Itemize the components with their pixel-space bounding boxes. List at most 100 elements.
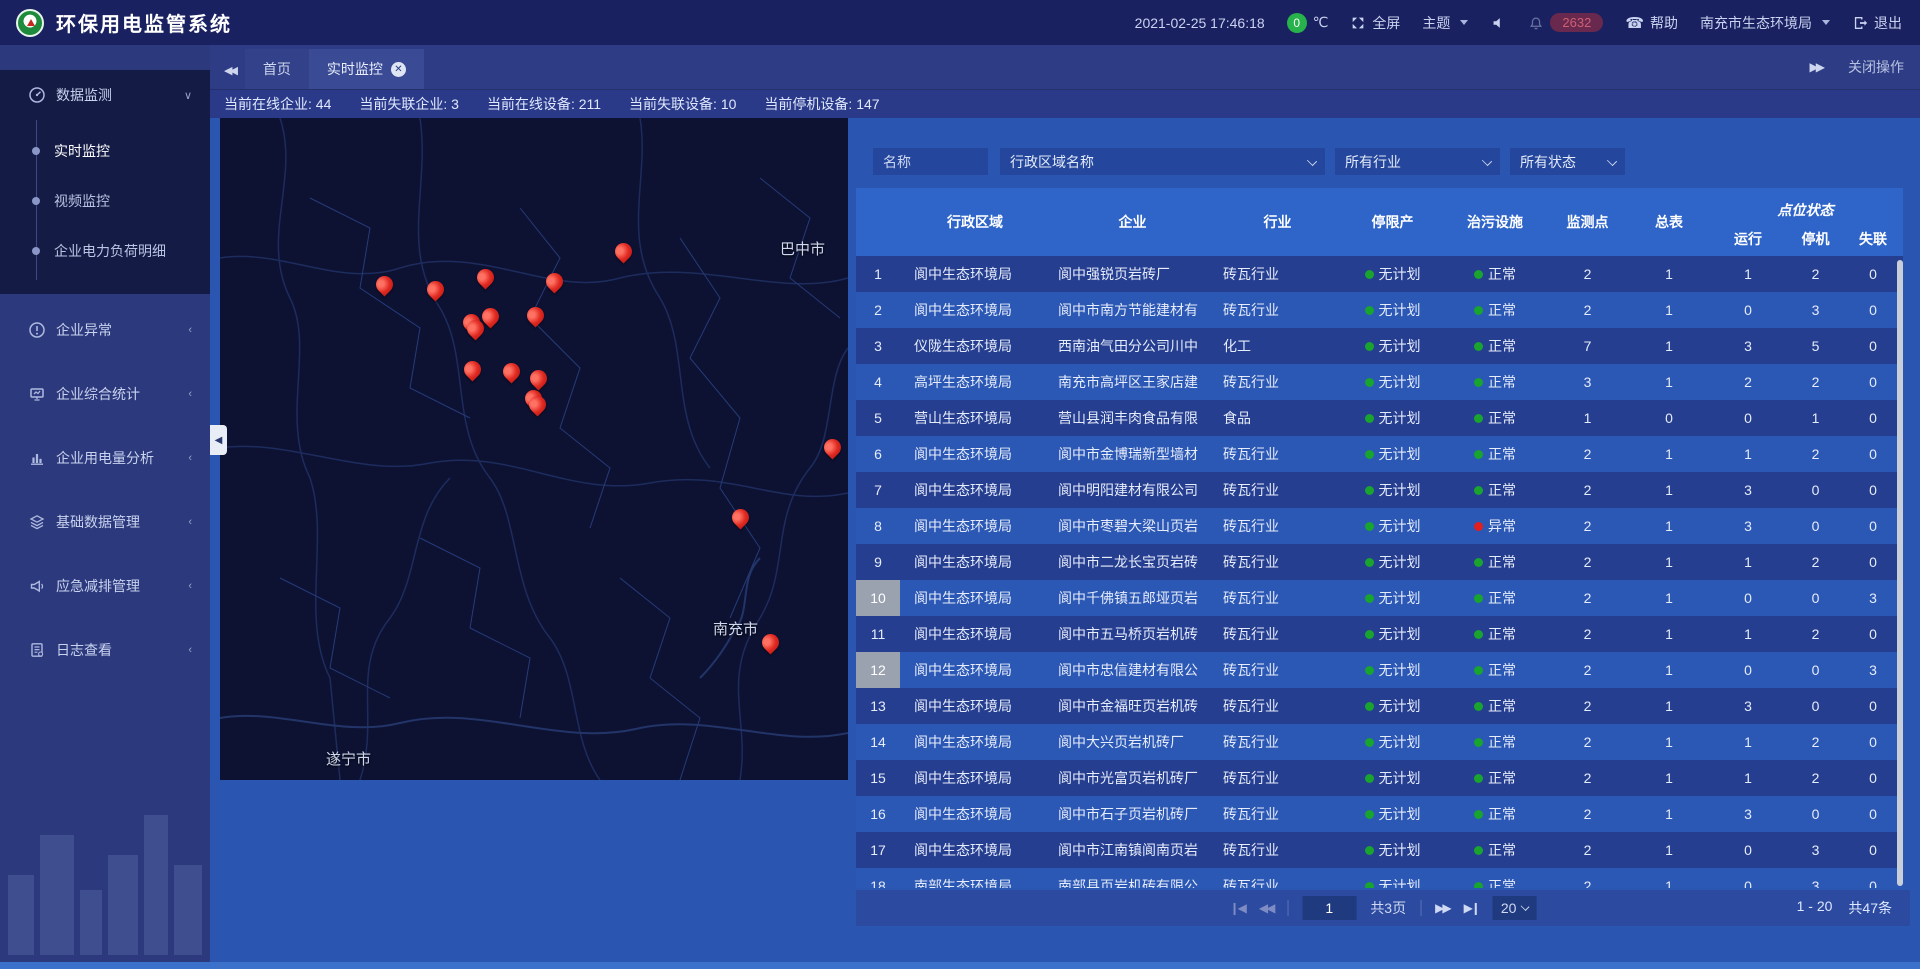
notifications[interactable]: 2632 (1528, 13, 1603, 32)
cell-industry: 砖瓦行业 (1215, 364, 1340, 400)
table-row[interactable]: 11 阆中生态环境局 阆中市五马桥页岩机砖 砖瓦行业 无计划 正常 2 1 1 … (856, 616, 1903, 652)
cell-stop-status: 无计划 (1340, 436, 1445, 472)
cell-monitor-points: 2 (1545, 256, 1630, 292)
page-size-select[interactable]: 20 (1493, 896, 1537, 920)
last-page-button[interactable]: ▶❙ (1464, 901, 1479, 915)
theme-button[interactable]: 主题 (1422, 13, 1468, 33)
table-row[interactable]: 5 营山生态环境局 营山县润丰肉食品有限 食品 无计划 正常 1 0 0 1 0 (856, 400, 1903, 436)
cell-monitor-points: 2 (1545, 688, 1630, 724)
prev-page-button[interactable]: ◀◀ (1259, 901, 1273, 915)
status-dot (1365, 594, 1374, 603)
total-pages-label: 共3页 (1370, 898, 1406, 918)
cell-stop-status: 无计划 (1340, 328, 1445, 364)
table-row[interactable]: 7 阆中生态环境局 阆中明阳建材有限公司 砖瓦行业 无计划 正常 2 1 3 0… (856, 472, 1903, 508)
status-dot (1474, 882, 1483, 889)
table-row[interactable]: 16 阆中生态环境局 阆中市石子页岩机砖厂 砖瓦行业 无计划 正常 2 1 3 … (856, 796, 1903, 832)
cell-disconnected: 0 (1843, 832, 1903, 868)
bottom-strip (0, 962, 1920, 969)
table-row[interactable]: 12 阆中生态环境局 阆中市忠信建材有限公 砖瓦行业 无计划 正常 2 1 0 … (856, 652, 1903, 688)
table-row[interactable]: 9 阆中生态环境局 阆中市二龙长宝页岩砖 砖瓦行业 无计划 正常 2 1 1 2… (856, 544, 1903, 580)
table-row[interactable]: 1 阆中生态环境局 阆中强锐页岩砖厂 砖瓦行业 无计划 正常 2 1 1 2 0 (856, 256, 1903, 292)
cell-running: 0 (1708, 652, 1788, 688)
help-button[interactable]: ☎ 帮助 (1625, 13, 1678, 33)
name-filter-input[interactable] (873, 148, 988, 175)
cell-stop-status: 无计划 (1340, 760, 1445, 796)
sidebar-item-enterprise-abnormal[interactable]: 企业异常 ‹ (0, 302, 210, 358)
cell-stopped: 2 (1788, 760, 1843, 796)
fullscreen-icon (1350, 15, 1366, 31)
status-dot (1365, 810, 1374, 819)
sidebar-item-emergency-reduction[interactable]: 应急减排管理 ‹ (0, 558, 210, 614)
table-row[interactable]: 6 阆中生态环境局 阆中市金博瑞新型墙材 砖瓦行业 无计划 正常 2 1 1 2… (856, 436, 1903, 472)
status-dot (1365, 522, 1374, 531)
status-dot (1365, 450, 1374, 459)
cell-region: 高坪生态环境局 (900, 364, 1050, 400)
table-row[interactable]: 2 阆中生态环境局 阆中市南方节能建材有 砖瓦行业 无计划 正常 2 1 0 3… (856, 292, 1903, 328)
map-panel[interactable]: 巴中市 南充市 遂宁市 (220, 118, 848, 780)
dot-icon (32, 247, 40, 255)
cell-monitor-points: 2 (1545, 868, 1630, 888)
cell-industry: 食品 (1215, 400, 1340, 436)
region-filter-select[interactable]: 行政区域名称 (1000, 148, 1325, 175)
table-scrollbar[interactable] (1897, 260, 1903, 886)
table-row[interactable]: 18 南部生态环境局 南部县页岩机砖有限公 砖瓦行业 无计划 正常 2 1 0 … (856, 868, 1903, 888)
cell-facility-status: 正常 (1445, 832, 1545, 868)
user-menu[interactable]: 南充市生态环境局 (1700, 13, 1830, 33)
sidebar-item-data-monitoring[interactable]: 数据监测 ∨ (0, 70, 210, 120)
logout-button[interactable]: 退出 (1852, 13, 1902, 33)
close-operations-button[interactable]: 关闭操作 (1848, 57, 1904, 77)
close-icon[interactable]: ✕ (391, 62, 406, 77)
status-filter-select[interactable]: 所有状态 (1510, 148, 1625, 175)
cell-stop-status: 无计划 (1340, 868, 1445, 888)
cell-total-meter: 1 (1630, 580, 1708, 616)
cell-facility-status: 正常 (1445, 616, 1545, 652)
next-page-button[interactable]: ▶▶ (1435, 901, 1449, 915)
cell-facility-status: 正常 (1445, 328, 1545, 364)
cell-stop-status: 无计划 (1340, 256, 1445, 292)
first-page-button[interactable]: ❙◀ (1230, 901, 1245, 915)
tabs-scroll-left-icon[interactable]: ◀◀ (210, 64, 245, 89)
chevron-down-icon (1607, 156, 1617, 166)
status-dot (1474, 342, 1483, 351)
cell-running: 0 (1708, 292, 1788, 328)
status-dot (1474, 450, 1483, 459)
sidebar-item-label: 数据监测 (56, 85, 112, 105)
cell-disconnected: 3 (1843, 580, 1903, 616)
industry-filter-select[interactable]: 所有行业 (1335, 148, 1500, 175)
sidebar-item-video-monitoring[interactable]: 视频监控 (0, 176, 210, 226)
speaker-icon[interactable] (1490, 15, 1506, 31)
column-header-region: 行政区域 (900, 188, 1050, 256)
chevron-left-icon: ‹ (188, 452, 192, 464)
table-row[interactable]: 8 阆中生态环境局 阆中市枣碧大梁山页岩 砖瓦行业 无计划 异常 2 1 3 0… (856, 508, 1903, 544)
status-dot (1365, 666, 1374, 675)
table-row[interactable]: 13 阆中生态环境局 阆中市金福旺页岩机砖 砖瓦行业 无计划 正常 2 1 3 … (856, 688, 1903, 724)
sidebar-collapse-handle[interactable]: ◀ (210, 425, 227, 455)
tab-realtime-monitoring[interactable]: 实时监控 ✕ (309, 49, 424, 89)
table-row[interactable]: 4 高坪生态环境局 南充市高坪区王家店建 砖瓦行业 无计划 正常 3 1 2 2… (856, 364, 1903, 400)
table-row[interactable]: 3 仪陇生态环境局 西南油气田分公司川中 化工 无计划 正常 7 1 3 5 0 (856, 328, 1903, 364)
table-row[interactable]: 10 阆中生态环境局 阆中千佛镇五郎垭页岩 砖瓦行业 无计划 正常 2 1 0 … (856, 580, 1903, 616)
cell-facility-status: 正常 (1445, 760, 1545, 796)
cell-running: 0 (1708, 868, 1788, 888)
cell-region: 阆中生态环境局 (900, 688, 1050, 724)
tab-home[interactable]: 首页 (245, 49, 309, 89)
sidebar-item-basic-data[interactable]: 基础数据管理 ‹ (0, 494, 210, 550)
table-row[interactable]: 15 阆中生态环境局 阆中市光富页岩机砖厂 砖瓦行业 无计划 正常 2 1 1 … (856, 760, 1903, 796)
chevron-down-icon (1822, 20, 1830, 25)
page-number-input[interactable] (1302, 896, 1356, 920)
cell-disconnected: 0 (1843, 436, 1903, 472)
sidebar-item-enterprise-statistics[interactable]: 企业综合统计 ‹ (0, 366, 210, 422)
cell-total-meter: 1 (1630, 796, 1708, 832)
cell-running: 1 (1708, 724, 1788, 760)
sidebar-item-power-load-detail[interactable]: 企业电力负荷明细 (0, 226, 210, 276)
sidebar-item-realtime-monitoring[interactable]: 实时监控 (0, 126, 210, 176)
table-row[interactable]: 14 阆中生态环境局 阆中大兴页岩机砖厂 砖瓦行业 无计划 正常 2 1 1 2… (856, 724, 1903, 760)
sidebar-item-electricity-analysis[interactable]: 企业用电量分析 ‹ (0, 430, 210, 486)
cell-monitor-points: 1 (1545, 400, 1630, 436)
table-row[interactable]: 17 阆中生态环境局 阆中市江南镇阆南页岩 砖瓦行业 无计划 正常 2 1 0 … (856, 832, 1903, 868)
fullscreen-button[interactable]: 全屏 (1350, 13, 1400, 33)
sidebar-item-log-view[interactable]: 日志查看 ‹ (0, 622, 210, 678)
cell-running: 0 (1708, 400, 1788, 436)
tabs-scroll-right-icon[interactable]: ▶▶ (1810, 60, 1822, 74)
search-input[interactable] (883, 154, 978, 170)
